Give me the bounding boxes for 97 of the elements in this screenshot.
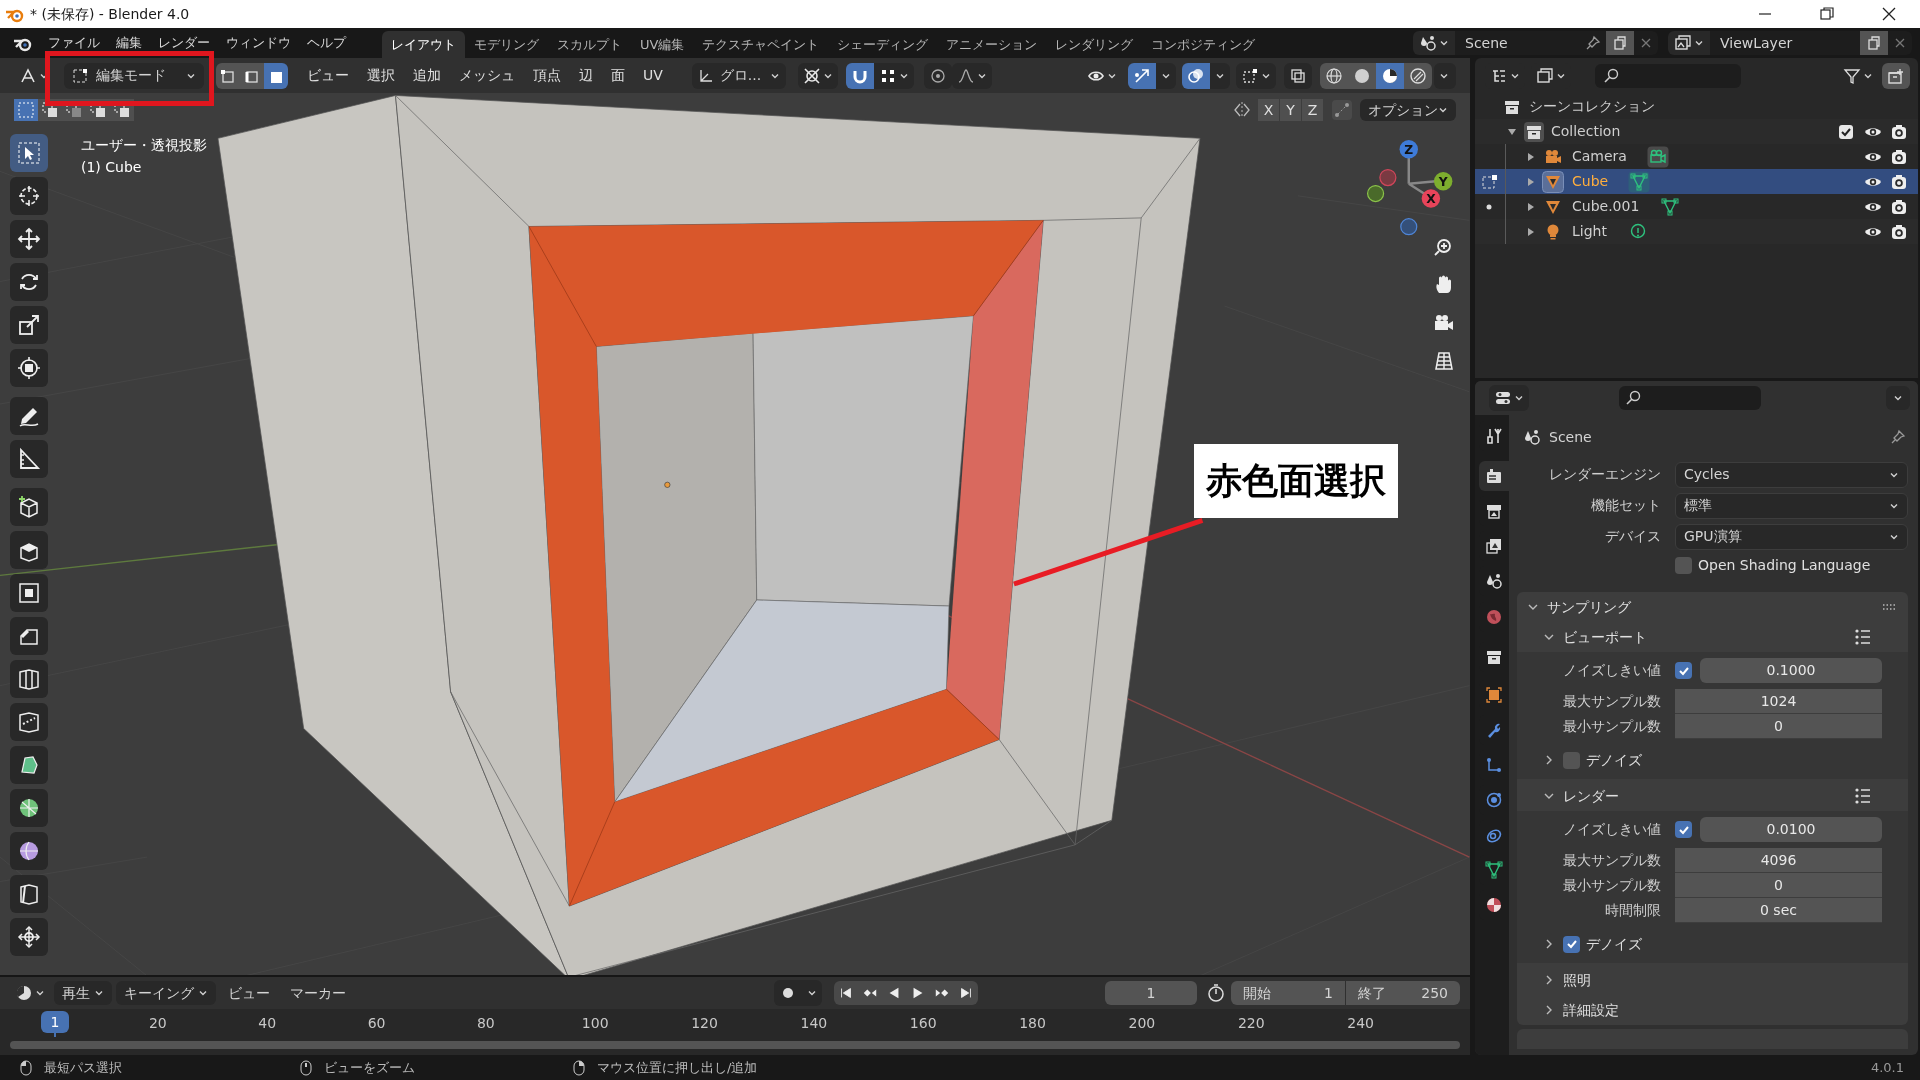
menu-item[interactable]: メッシュ	[450, 65, 524, 86]
number-field[interactable]: 0.0100	[1700, 817, 1882, 842]
playhead-frame[interactable]: 1	[41, 1011, 69, 1033]
options-dropdown[interactable]: オプション	[1360, 99, 1456, 121]
status-hint: 最短パス選択	[44, 1058, 122, 1077]
tree-item[interactable]: Camera	[1572, 146, 1627, 167]
menu-item[interactable]: ビュー	[298, 65, 358, 86]
menu-item[interactable]: ファイル	[40, 33, 108, 53]
view-layer-field[interactable]: ViewLayer	[1710, 31, 1860, 55]
workspace-tab[interactable]: モデリング	[465, 31, 548, 58]
field-label: 機能セット	[1590, 496, 1662, 515]
frame-number: 20	[148, 1014, 167, 1033]
axis-label: Y	[1438, 175, 1448, 190]
workspace-tab[interactable]: スカルプト	[548, 31, 631, 58]
subpanel-title[interactable]: レンダー	[1563, 785, 1854, 807]
axis-toggle-button[interactable]: Y	[1280, 99, 1301, 121]
orientation-dropdown[interactable]: グロ...	[691, 62, 786, 89]
view-name: ユーザー・透視投影	[81, 136, 207, 155]
frame-number: 140	[800, 1014, 828, 1033]
menu-item[interactable]: レンダー	[150, 33, 218, 53]
axis-toggle-button[interactable]: Z	[1302, 99, 1323, 121]
callout-label: 赤色面選択	[1194, 444, 1398, 518]
subpanel-title[interactable]: 詳細設定	[1563, 999, 1872, 1021]
field-label: 時間制限	[1604, 901, 1662, 920]
status-hint: ビューをズーム	[324, 1058, 415, 1077]
menu-item[interactable]: 頂点	[524, 65, 570, 86]
field-label: ノイズしきい値	[1562, 820, 1662, 839]
menu-item[interactable]: 選択	[358, 65, 404, 86]
frame-number: 80	[476, 1014, 495, 1033]
number-field[interactable]: 0 sec	[1675, 898, 1882, 923]
number-field[interactable]: 1024	[1675, 689, 1882, 714]
axis-toggle-button[interactable]: X	[1258, 99, 1279, 121]
menu-item[interactable]: 編集	[108, 33, 150, 53]
dropdown[interactable]: 標準	[1675, 492, 1908, 519]
number-field[interactable]: 0	[1675, 873, 1882, 898]
frame-number: 180	[1019, 1014, 1046, 1033]
menu-item[interactable]: 再生	[54, 981, 112, 1005]
menu-item[interactable]: ヘルプ	[299, 33, 354, 53]
axis-label: Z	[1404, 143, 1414, 158]
field-label: ノイズしきい値	[1562, 661, 1662, 680]
subpanel-title[interactable]: 照明	[1563, 969, 1872, 991]
field-label: 最小サンプル数	[1562, 876, 1662, 895]
menu-item[interactable]: ウィンドウ	[218, 33, 299, 53]
subpanel-title[interactable]: ビューポート	[1563, 626, 1854, 648]
field-label: 最大サンプル数	[1562, 692, 1662, 711]
workspace-tab[interactable]: レンダリング	[1046, 31, 1143, 58]
tree-item[interactable]: Light	[1572, 221, 1607, 242]
panel-title[interactable]: サンプリング	[1547, 596, 1882, 618]
menu-item[interactable]: 辺	[570, 65, 602, 86]
number-field[interactable]: 0.1000	[1700, 658, 1882, 683]
menu-item[interactable]: UV	[634, 65, 672, 86]
tree-item[interactable]: シーンコレクション	[1529, 96, 1655, 117]
workspace-tab[interactable]: UV編集	[631, 31, 694, 58]
tree-item[interactable]: Collection	[1551, 121, 1839, 142]
field-label: デバイス	[1604, 527, 1662, 546]
frame-number: 120	[691, 1014, 718, 1033]
subpanel-title[interactable]: デノイズ	[1586, 933, 1642, 955]
frame-number: 60	[367, 1014, 386, 1033]
menu-item[interactable]: マーカー	[282, 981, 354, 1005]
frame-number: 100	[581, 1014, 609, 1033]
workspace-tab[interactable]: アニメーション	[937, 31, 1047, 58]
menu-item[interactable]: ビュー	[220, 981, 278, 1005]
frame-number: 160	[909, 1014, 937, 1033]
menu-item[interactable]: 追加	[404, 65, 450, 86]
dropdown[interactable]: GPU演算	[1675, 523, 1908, 550]
context-label: Scene	[1549, 427, 1593, 447]
window-title: * (未保存) - Blender 4.0	[30, 4, 190, 24]
current-frame-field[interactable]: 1	[1105, 981, 1197, 1005]
version-label: 4.0.1	[1870, 1058, 1904, 1077]
frame-number: 240	[1347, 1014, 1374, 1033]
status-hint: マウス位置に押し出し/追加	[597, 1058, 758, 1077]
workspace-tab[interactable]: コンポジティング	[1142, 31, 1265, 58]
axis-label: X	[1426, 192, 1436, 207]
menu-item[interactable]: キーイング	[116, 981, 216, 1005]
start-frame-field[interactable]: 開始 1	[1231, 981, 1345, 1005]
field-label: 最小サンプル数	[1562, 717, 1662, 736]
object-label: (1) Cube	[81, 158, 142, 177]
number-field[interactable]: 4096	[1675, 848, 1882, 873]
workspace-tab[interactable]: レイアウト	[382, 31, 465, 58]
frame-number: 220	[1237, 1014, 1265, 1033]
tree-item[interactable]: Cube.001	[1572, 196, 1640, 217]
tree-item[interactable]: Cube	[1572, 171, 1609, 192]
field-label: レンダーエンジン	[1548, 465, 1662, 484]
workspace-tab[interactable]: シェーディング	[828, 31, 938, 58]
navigation-gizmo[interactable]: Z Y X	[1367, 140, 1453, 236]
mode-dropdown[interactable]: 編集モード	[64, 62, 204, 89]
menu-item[interactable]: 面	[602, 65, 634, 86]
end-frame-field[interactable]: 終了 250	[1346, 981, 1460, 1005]
frame-number: 200	[1128, 1014, 1156, 1033]
subpanel-title[interactable]: デノイズ	[1586, 749, 1642, 771]
field-label: 最大サンプル数	[1562, 851, 1662, 870]
scene-field[interactable]: Scene	[1455, 31, 1580, 55]
workspace-tab[interactable]: テクスチャペイント	[693, 31, 829, 58]
dropdown[interactable]: Cycles	[1675, 461, 1908, 488]
frame-number: 40	[258, 1014, 277, 1033]
checkbox-label: Open Shading Language	[1698, 555, 1871, 575]
number-field[interactable]: 0	[1675, 714, 1882, 739]
